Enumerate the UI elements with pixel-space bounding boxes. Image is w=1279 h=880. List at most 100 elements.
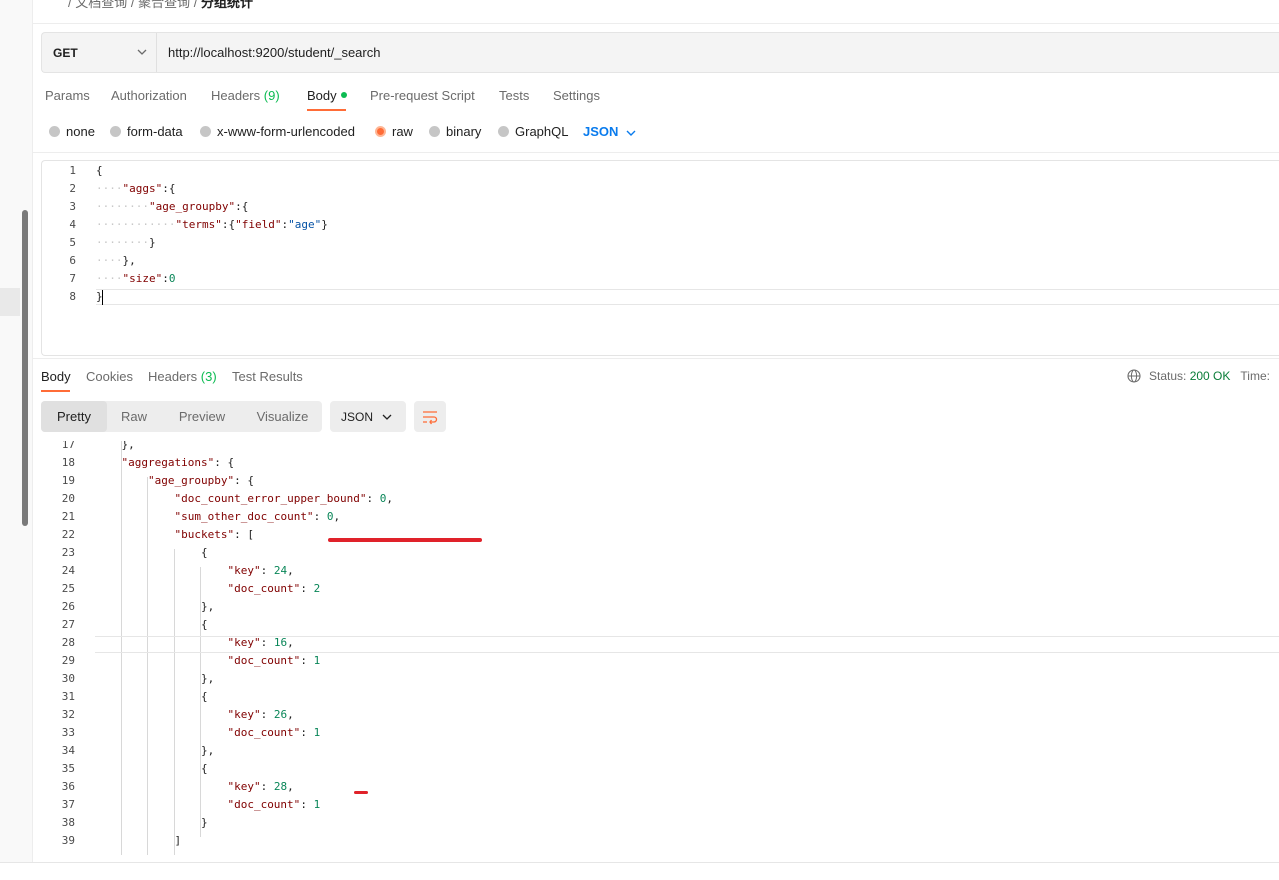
header-divider (33, 23, 1279, 24)
tab-response-headers-count: (3) (200, 369, 217, 384)
response-format-label: JSON (341, 410, 374, 424)
time-label[interactable]: Time: (1240, 369, 1270, 383)
line-number: 6 (69, 254, 76, 267)
tab-headers-count: (9) (263, 88, 280, 103)
sidebar-selected-item[interactable] (0, 288, 20, 316)
code-line: { (95, 690, 208, 703)
code-line: { (95, 618, 208, 631)
red-annotation-underline (328, 538, 482, 542)
method-label: GET (53, 45, 78, 60)
code-line: }, (95, 744, 215, 757)
radio-raw[interactable]: raw (375, 124, 413, 139)
code-line: }, (95, 672, 215, 685)
tab-body[interactable]: Body (307, 88, 347, 103)
code-line: "sum_other_doc_count": 0, (174, 510, 341, 523)
line-number: 26 (61, 600, 75, 613)
radio-circle-selected (375, 126, 386, 137)
radio-label: GraphQL (515, 124, 569, 139)
tab-settings[interactable]: Settings (553, 88, 600, 103)
tab-headers-label: Headers (211, 88, 261, 103)
view-visualize[interactable]: Visualize (243, 401, 322, 432)
code-line: "doc_count": 1 (227, 726, 321, 739)
tab-tests[interactable]: Tests (499, 88, 529, 103)
body-indicator-dot (340, 92, 347, 98)
url-bar: GET http://localhost:9200/student/_searc… (41, 32, 1279, 73)
tab-pre-request-script[interactable]: Pre-request Script (370, 88, 475, 103)
code-line: "doc_count": 1 (227, 654, 321, 667)
code-line: "buckets": [ (174, 528, 254, 541)
url-input[interactable]: http://localhost:9200/student/_search (168, 45, 380, 60)
radio-form-data[interactable]: form-data (110, 124, 183, 139)
tab-response-headers[interactable]: Headers (3) (148, 369, 217, 384)
line-number: 39 (61, 834, 75, 847)
line-number: 4 (69, 218, 76, 231)
method-select[interactable]: GET (42, 33, 157, 72)
line-number: 8 (69, 290, 76, 303)
response-body-viewer[interactable]: 17 }, 18 "aggregations": {19 "age_groupby… (41, 441, 1279, 855)
radio-label: none (66, 124, 95, 139)
section-divider (33, 152, 1279, 153)
radio-circle (49, 126, 60, 137)
radio-label: form-data (127, 124, 183, 139)
line-number: 30 (61, 672, 75, 685)
tab-response-body[interactable]: Body (41, 369, 71, 384)
code-line: "key": 16, (227, 636, 294, 649)
tab-cookies[interactable]: Cookies (86, 369, 133, 384)
view-raw[interactable]: Raw (107, 401, 161, 432)
tab-headers[interactable]: Headers (9) (211, 88, 280, 103)
radio-graphql[interactable]: GraphQL (498, 124, 568, 139)
page-title[interactable]: 分组统计 (201, 0, 253, 10)
chevron-down-icon (137, 49, 147, 55)
view-mode-group: Pretty Raw Preview Visualize (41, 401, 322, 432)
line-number: 2 (69, 182, 76, 195)
line-number: 20 (61, 492, 75, 505)
line-number: 25 (61, 582, 75, 595)
tab-params[interactable]: Params (45, 88, 90, 103)
line-number: 24 (61, 564, 75, 577)
wrap-lines-icon (423, 411, 438, 425)
breadcrumb-item[interactable]: 文档查询 (75, 0, 127, 10)
line-number: 28 (61, 636, 75, 649)
body-language-select[interactable]: JSON (583, 124, 636, 139)
line-number: 33 (61, 726, 75, 739)
globe-icon[interactable] (1127, 369, 1141, 383)
radio-none[interactable]: none (49, 124, 95, 139)
radio-x-www-form-urlencoded[interactable]: x-www-form-urlencoded (200, 124, 355, 139)
radio-label: x-www-form-urlencoded (217, 124, 355, 139)
view-preview[interactable]: Preview (161, 401, 243, 432)
code-line: } (95, 816, 208, 829)
line-number: 36 (61, 780, 75, 793)
code-line: "key": 24, (227, 564, 294, 577)
text-cursor (102, 290, 103, 305)
chevron-down-icon (626, 130, 636, 136)
breadcrumb-item[interactable]: 聚合查询 (138, 0, 190, 10)
request-body-editor[interactable]: 1 {2 ····"aggs":{3 ········"age_groupby":{4… (41, 160, 1279, 356)
status-value[interactable]: 200 OK (1190, 369, 1231, 383)
line-number: 32 (61, 708, 75, 721)
line-number: 34 (61, 744, 75, 757)
tab-body-label: Body (307, 88, 337, 103)
line-number: 7 (69, 272, 76, 285)
tab-test-results[interactable]: Test Results (232, 369, 303, 384)
wrap-lines-button[interactable] (414, 401, 446, 432)
line-number: 1 (69, 164, 76, 177)
code-line: { (95, 762, 208, 775)
view-pretty[interactable]: Pretty (41, 401, 107, 432)
status-label: Status: (1149, 369, 1187, 383)
left-sidebar (0, 0, 33, 862)
line-number: 21 (61, 510, 75, 523)
code-line: { (96, 164, 103, 177)
tab-response-headers-label: Headers (148, 369, 198, 384)
code-line: ········"age_groupby":{ (96, 200, 249, 213)
response-format-select[interactable]: JSON (330, 401, 406, 432)
sidebar-scrollbar[interactable] (22, 210, 28, 526)
pane-splitter[interactable] (33, 358, 1279, 359)
active-tab-underline (307, 109, 346, 111)
code-line: ········} (96, 236, 156, 249)
code-line: "doc_count_error_upper_bound": 0, (174, 492, 394, 505)
code-line: "aggregations": { (121, 456, 235, 469)
line-number: 17 (61, 441, 75, 451)
radio-binary[interactable]: binary (429, 124, 481, 139)
code-line: { (95, 546, 208, 559)
tab-authorization[interactable]: Authorization (111, 88, 187, 103)
